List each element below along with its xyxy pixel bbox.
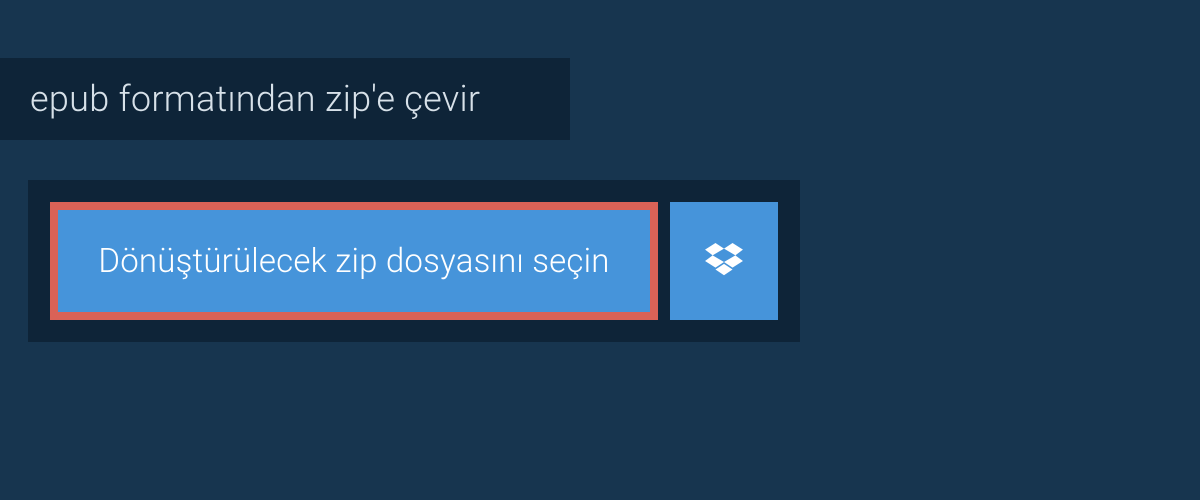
select-file-label: Dönüştürülecek zip dosyasını seçin — [98, 242, 609, 281]
header-bar: epub formatından zip'e çevir — [0, 58, 570, 140]
select-file-button[interactable]: Dönüştürülecek zip dosyasını seçin — [50, 202, 658, 320]
dropbox-button[interactable] — [670, 202, 778, 320]
upload-panel: Dönüştürülecek zip dosyasını seçin — [28, 180, 800, 342]
page-container: epub formatından zip'e çevir Dönüştürüle… — [0, 0, 1200, 500]
page-title: epub formatından zip'e çevir — [30, 78, 480, 120]
dropbox-icon — [705, 243, 743, 279]
